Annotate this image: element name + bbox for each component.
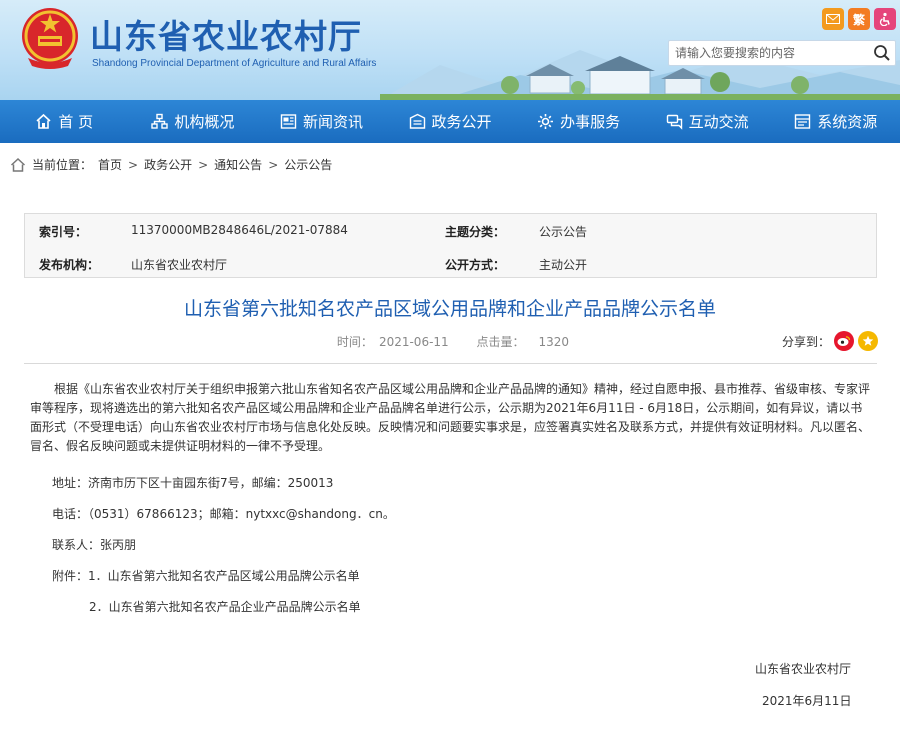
nav-label: 办事服务 <box>560 113 621 131</box>
attachment-link-2[interactable]: 2．山东省第六批知名农产品企业产品品牌公示名单 <box>89 598 361 615</box>
phone-line: 电话：（0531）67866123；邮箱：nytxxc@shandong．cn。 <box>52 507 395 521</box>
nav-item-news[interactable]: 新闻资讯 <box>257 100 386 143</box>
breadcrumb-link-home[interactable]: 首页 <box>98 156 122 173</box>
org-icon <box>151 113 169 129</box>
signature-org: 山东省农业农村厅 <box>755 662 852 676</box>
location-home-icon <box>10 157 26 172</box>
news-icon <box>280 114 297 129</box>
site-header: 山东省农业农村厅 Shandong Provincial Department … <box>0 0 900 100</box>
nav-item-home[interactable]: 首 页 <box>0 100 129 143</box>
site-subtitle: Shandong Provincial Department of Agricu… <box>92 58 377 69</box>
document-info-table: 索引号： 11370000MB2848646L/2021-07884 主题分类：… <box>24 213 877 278</box>
time-value: 2021-06-11 <box>378 335 449 349</box>
traditional-chinese-button[interactable]: 繁 <box>848 8 870 30</box>
clicks-value: 1320 <box>538 335 570 349</box>
traditional-label: 繁 <box>852 12 865 27</box>
index-label: 索引号： <box>39 225 88 239</box>
search-input[interactable] <box>669 41 865 65</box>
article-title: 山东省第六批知名农产品区域公用品牌和企业产品品牌公示名单 <box>183 298 716 320</box>
mail-icon[interactable] <box>822 8 844 30</box>
article-body-paragraph: 根据《山东省农业农村厅关于组织申报第六批山东省知名农产品区域公用品牌和企业产品品… <box>30 382 871 453</box>
breadcrumb-separator: > <box>268 157 279 172</box>
org-value: 山东省农业农村厅 <box>131 258 228 272</box>
article-meta: 时间： 2021-06-11 点击量： 1320 <box>0 333 900 350</box>
breadcrumb-link-announce[interactable]: 公示公告 <box>284 156 332 173</box>
top-utility-icons: 繁 <box>822 8 896 30</box>
content-divider <box>24 363 877 364</box>
time-label: 时间： <box>336 335 373 349</box>
topic-value: 公示公告 <box>539 225 588 239</box>
share-label: 分享到： <box>781 334 830 349</box>
nav-item-resource[interactable]: 系统资源 <box>771 100 900 143</box>
breadcrumb-link-gov[interactable]: 政务公开 <box>144 156 192 173</box>
nav-label: 政务公开 <box>431 113 492 131</box>
org-label: 发布机构： <box>39 258 100 272</box>
favorite-share-icon[interactable] <box>858 331 878 351</box>
contact-line: 联系人：张丙朋 <box>52 538 137 552</box>
breadcrumb-separator: > <box>198 157 209 172</box>
service-icon <box>538 114 554 129</box>
breadcrumb-separator: > <box>128 157 139 172</box>
search-box <box>668 40 896 66</box>
breadcrumb-link-notice[interactable]: 通知公告 <box>214 156 262 173</box>
nav-item-org[interactable]: 机构概况 <box>129 100 258 143</box>
gov-icon <box>409 113 425 129</box>
mode-label: 公开方式： <box>445 258 506 272</box>
nav-label: 首 页 <box>58 113 94 131</box>
nav-item-gov[interactable]: 政务公开 <box>386 100 515 143</box>
topic-label: 主题分类： <box>445 225 506 239</box>
weibo-icon[interactable] <box>834 331 854 351</box>
attachment-link-1[interactable]: 附件：1．山东省第六批知名农产品区域公用品牌公示名单 <box>52 567 360 584</box>
signature-date: 2021年6月11日 <box>762 694 852 708</box>
address-line: 地址：济南市历下区十亩园东街7号，邮编：250013 <box>52 476 334 490</box>
breadcrumb: 当前位置： 首页 > 政务公开 > 通知公告 > 公示公告 <box>10 156 332 173</box>
home-icon <box>36 113 51 129</box>
nav-label: 新闻资讯 <box>302 113 363 131</box>
national-emblem-logo <box>22 8 78 69</box>
nav-label: 互动交流 <box>688 113 749 131</box>
chat-icon <box>666 114 682 130</box>
search-icon[interactable] <box>873 44 891 62</box>
nav-item-service[interactable]: 办事服务 <box>514 100 643 143</box>
nav-label: 系统资源 <box>817 113 878 131</box>
share-bar: 分享到： <box>782 331 878 351</box>
clicks-label: 点击量： <box>476 335 525 349</box>
index-value: 11370000MB2848646L/2021-07884 <box>131 223 348 237</box>
nav-item-chat[interactable]: 互动交流 <box>643 100 772 143</box>
site-title[interactable]: 山东省农业农村厅 <box>90 10 362 58</box>
breadcrumb-prefix: 当前位置： <box>32 158 93 172</box>
accessibility-icon[interactable] <box>874 8 896 30</box>
main-nav: 首 页 机构概况 新闻资讯 政务公开 办事服务 互动交流 系统资源 <box>0 100 900 143</box>
mode-value: 主动公开 <box>539 258 588 272</box>
resource-icon <box>795 114 811 129</box>
nav-label: 机构概况 <box>174 113 235 131</box>
